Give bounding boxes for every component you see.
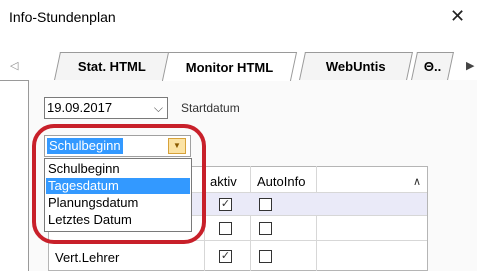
column-header-aktiv[interactable]: aktiv [210, 174, 237, 189]
aktiv-checkbox[interactable] [219, 222, 232, 235]
tab-label: Θ.. [423, 59, 442, 74]
row-label: Vert.Lehrer [55, 250, 120, 265]
tab-monitor-html[interactable]: Monitor HTML [161, 52, 298, 81]
scroll-up-icon[interactable]: ∧ [413, 175, 421, 188]
start-date-label: Startdatum [181, 101, 240, 115]
start-date-select[interactable]: 19.09.2017 ⌵ [44, 97, 168, 119]
tab-label: WebUntis [326, 59, 386, 74]
column-header-autoinfo[interactable]: AutoInfo [257, 174, 305, 189]
tab-scroll-left-icon[interactable]: ◁ [10, 59, 18, 72]
highlight-ring [32, 124, 206, 244]
start-date-value: 19.09.2017 [47, 100, 113, 115]
autoinfo-checkbox[interactable] [259, 198, 272, 211]
tab-more[interactable]: Θ.. [411, 52, 454, 80]
aktiv-checkbox[interactable]: ✓ [219, 250, 232, 263]
grid-divider [316, 166, 317, 271]
autoinfo-checkbox[interactable] [259, 250, 272, 263]
tab-stat-html[interactable]: Stat. HTML [54, 52, 170, 80]
window-title: Info-Stundenplan [9, 9, 116, 25]
tab-webuntis[interactable]: WebUntis [299, 52, 413, 80]
chevron-down-icon: ⌵ [153, 101, 163, 115]
tab-scroll-right-icon[interactable]: ▶ [466, 59, 474, 72]
aktiv-checkbox[interactable]: ✓ [219, 198, 232, 211]
tab-label: Monitor HTML [185, 59, 274, 75]
autoinfo-checkbox[interactable] [259, 222, 272, 235]
tab-label: Stat. HTML [77, 59, 146, 74]
close-icon[interactable]: ✕ [450, 6, 465, 26]
grid-divider [250, 166, 251, 271]
